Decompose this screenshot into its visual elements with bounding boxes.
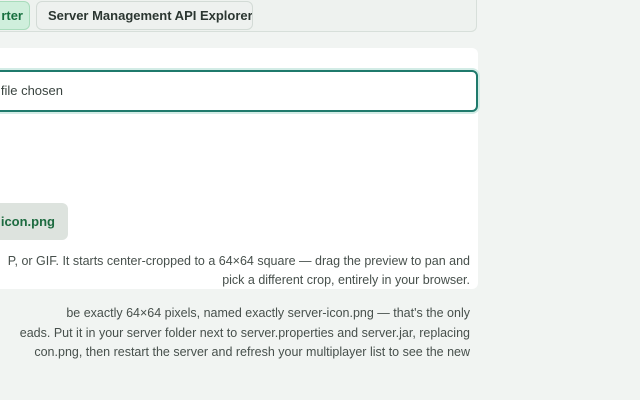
instruction-line: be exactly 64×64 pixels, named exactly s… [66,306,470,320]
crop-hint-line: P, or GIF. It starts center-cropped to a… [7,254,470,268]
crop-hint-text: P, or GIF. It starts center-cropped to a… [0,252,470,290]
icon-uploader-card: o file chosen icon.png P, or GIF. It sta… [0,48,478,289]
tab-bar: rter Server Management API Explorer [0,0,477,32]
instruction-line: con.png, then restart the server and ref… [34,345,470,359]
tab-converter[interactable]: rter [0,1,30,30]
download-icon-button[interactable]: icon.png [0,203,68,240]
file-input[interactable]: o file chosen [0,70,478,112]
install-instructions: be exactly 64×64 pixels, named exactly s… [0,304,470,363]
file-status-text: o file chosen [0,83,63,98]
tab-server-management-api-explorer[interactable]: Server Management API Explorer [36,1,253,30]
crop-hint-line: pick a different crop, entirely in your … [222,273,470,287]
instruction-line: eads. Put it in your server folder next … [19,325,470,340]
